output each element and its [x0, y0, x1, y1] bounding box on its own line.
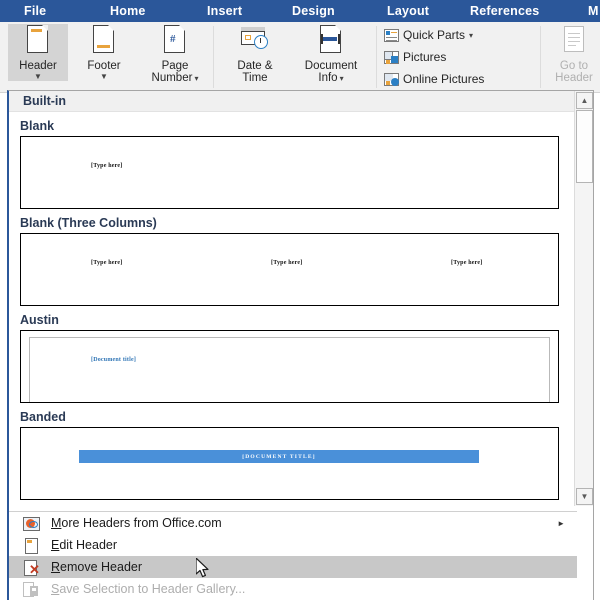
page-number-button-label2: Number — [151, 72, 193, 84]
online-pictures-button[interactable]: Online Pictures — [384, 72, 484, 86]
date-time-button[interactable]: Date & Time — [222, 24, 288, 84]
word-header-gallery-screen: File Home Insert Design Layout References M He… — [0, 0, 600, 600]
go-to-header-button: Go to Header — [548, 24, 600, 84]
placeholder-text: [Type here] — [271, 260, 303, 266]
header-button[interactable]: Header ▼ — [8, 24, 68, 81]
footer-button[interactable]: Footer ▼ — [76, 24, 132, 81]
gallery-scrollbar[interactable]: ▲ ▼ — [574, 91, 593, 506]
scrollbar-thumb[interactable] — [576, 110, 593, 183]
chevron-down-icon[interactable]: ▾ — [469, 31, 473, 40]
office-globe-icon — [23, 516, 40, 531]
page-number-icon: # — [160, 24, 190, 58]
placeholder-text: [Type here] — [451, 260, 483, 266]
ribbon-tab-layout[interactable]: Layout — [385, 0, 431, 22]
page-number-button[interactable]: # Page Number ▾ — [140, 24, 210, 84]
edit-header-button[interactable]: Edit Header — [9, 534, 577, 556]
document-header-icon — [23, 24, 53, 58]
quick-parts-label: Quick Parts — [403, 28, 466, 42]
ribbon-divider — [376, 26, 377, 88]
ribbon-tab-design[interactable]: Design — [290, 0, 337, 22]
banded-title-bar: [DOCUMENT TITLE] — [79, 450, 479, 463]
page-number-button-label: Page — [161, 60, 189, 72]
triangle-down-icon: ▼ — [580, 491, 589, 501]
placeholder-text: [Document title] — [91, 357, 137, 363]
gallery-scroll-area: Built-in Blank [Type here] Blank (Three Co… — [9, 91, 577, 506]
chevron-down-icon[interactable]: ▾ — [194, 74, 198, 83]
menu-item-label: Edit Header — [51, 538, 118, 552]
gallery-group-header: Built-in — [9, 91, 577, 112]
ribbon-toolbar: Header ▼ Footer ▼ # Page Number ▾ Date &… — [0, 22, 600, 93]
chevron-down-icon[interactable]: ▼ — [34, 73, 42, 81]
header-command-menu: More Headers from Office.com ► Edit Header… — [9, 511, 577, 600]
quick-parts-button[interactable]: Quick Parts ▾ — [384, 28, 473, 42]
document-info-button[interactable]: Document Info ▾ — [290, 24, 372, 84]
triangle-up-icon: ▲ — [580, 95, 589, 105]
placeholder-text: [Type here] — [91, 163, 123, 169]
ribbon-divider — [540, 26, 541, 88]
footer-button-label: Footer — [87, 60, 121, 72]
edit-document-icon — [23, 537, 39, 554]
save-selection-to-header-gallery-button: Save Selection to Header Gallery... — [9, 578, 577, 600]
chevron-down-icon[interactable]: ▾ — [340, 74, 344, 83]
chevron-down-icon[interactable]: ▼ — [100, 73, 108, 81]
pictures-icon — [384, 50, 399, 64]
online-pictures-label: Online Pictures — [403, 72, 485, 86]
ribbon-tab-m[interactable]: M — [586, 0, 600, 22]
go-to-header-label2: Header — [555, 72, 593, 84]
more-headers-from-office-button[interactable]: More Headers from Office.com ► — [9, 512, 577, 534]
gallery-item-title: Blank (Three Columns) — [20, 216, 157, 230]
remove-document-icon: ✕ — [23, 559, 40, 576]
go-to-header-icon — [559, 24, 589, 58]
menu-item-label: Remove Header — [51, 560, 143, 574]
scroll-up-button[interactable]: ▲ — [576, 92, 593, 109]
header-gallery-dropdown: Built-in Blank [Type here] Blank (Three Co… — [7, 90, 594, 600]
ribbon-tab-strip: File Home Insert Design Layout References M — [0, 0, 600, 22]
ribbon-divider — [213, 26, 214, 88]
document-info-icon — [316, 24, 346, 58]
calendar-clock-icon — [240, 24, 270, 58]
document-info-button-label2: Info — [318, 72, 338, 84]
quick-parts-icon — [384, 28, 399, 42]
austin-inner-border — [29, 337, 550, 402]
gallery-item-preview-three-columns[interactable]: [Type here] [Type here] [Type here] — [20, 233, 559, 306]
ribbon-tab-insert[interactable]: Insert — [205, 0, 244, 22]
menu-item-label: More Headers from Office.com — [51, 516, 222, 530]
submenu-arrow-icon: ► — [557, 518, 565, 528]
document-info-button-label: Document — [304, 60, 358, 72]
date-time-button-label: Date & — [237, 60, 273, 72]
remove-header-button[interactable]: ✕ Remove Header — [9, 556, 577, 578]
gallery-item-title: Banded — [20, 410, 66, 424]
ribbon-tab-file[interactable]: File — [22, 0, 48, 22]
save-document-icon — [23, 581, 39, 597]
online-pictures-icon — [384, 72, 399, 86]
gallery-item-preview-blank[interactable]: [Type here] — [20, 136, 559, 209]
gallery-item-preview-banded[interactable]: [DOCUMENT TITLE] — [20, 427, 559, 500]
ribbon-tab-home[interactable]: Home — [108, 0, 148, 22]
menu-item-label: Save Selection to Header Gallery... — [51, 582, 246, 596]
gallery-item-title: Blank — [20, 119, 55, 133]
scroll-down-button[interactable]: ▼ — [576, 488, 593, 505]
date-time-button-label2: Time — [242, 72, 268, 84]
placeholder-text: [Type here] — [91, 260, 123, 266]
document-footer-icon — [89, 24, 119, 58]
header-button-label: Header — [19, 60, 57, 72]
gallery-item-preview-austin[interactable]: [Document title] — [20, 330, 559, 403]
banded-title-text: [DOCUMENT TITLE] — [242, 453, 316, 460]
pictures-label: Pictures — [403, 50, 447, 64]
go-to-header-label: Go to — [559, 60, 589, 72]
ribbon-tab-references[interactable]: References — [468, 0, 541, 22]
gallery-item-title: Austin — [20, 313, 59, 327]
pictures-button[interactable]: Pictures — [384, 50, 446, 64]
